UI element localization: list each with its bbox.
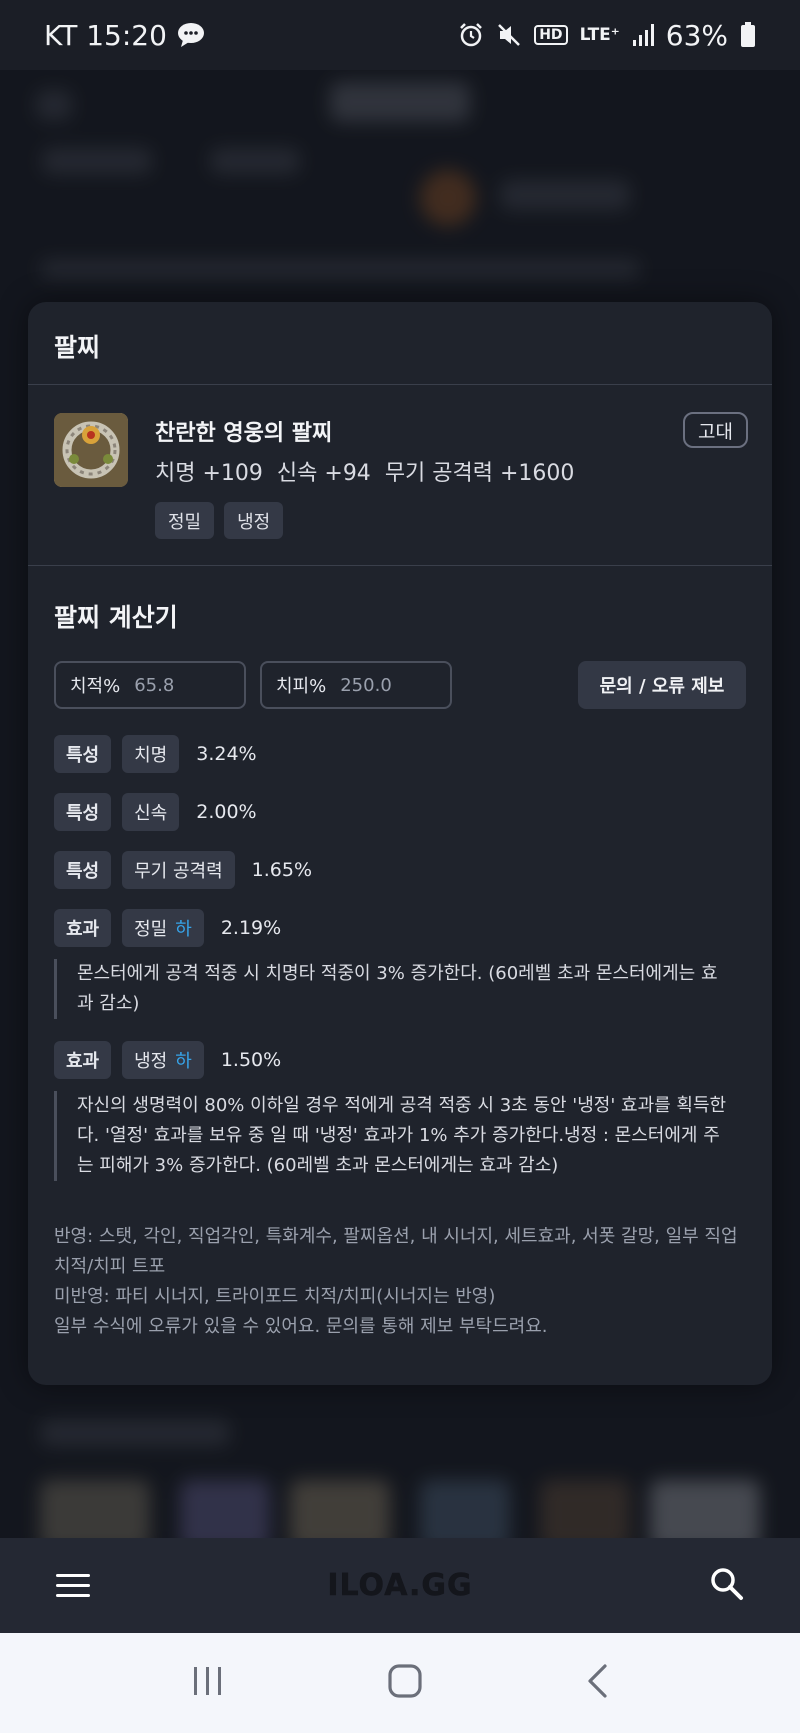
bracelet-stats: 치명 +109 신속 +94 무기 공격력 +1600	[155, 455, 574, 487]
row-name-text: 정밀	[134, 919, 168, 940]
crit-damage-label: 치피%	[276, 676, 327, 697]
row-tier: 하	[175, 919, 192, 940]
result-row: 특성 치명 3.24%	[54, 735, 257, 773]
row-name: 냉정 하	[122, 1041, 204, 1079]
brand-logo[interactable]: ILOA.GG	[327, 1568, 472, 1604]
divider	[28, 384, 772, 385]
grade-badge: 고대	[683, 412, 748, 448]
search-icon[interactable]	[710, 1567, 744, 1605]
result-row: 효과 정밀 하 2.19%	[54, 909, 281, 947]
row-name: 신속	[122, 793, 180, 831]
row-kind: 특성	[54, 793, 112, 831]
row-name: 정밀 하	[122, 909, 204, 947]
row-value: 1.50%	[220, 1049, 282, 1071]
row-value: 3.24%	[196, 743, 257, 765]
report-error-button[interactable]: 문의 / 오류 제보	[578, 661, 746, 709]
row-name: 무기 공격력	[122, 851, 235, 889]
note-disclaimer: 일부 수식에 오류가 있을 수 있어요. 문의를 통해 제보 부탁드려요.	[54, 1316, 548, 1337]
tag-precision: 정밀	[155, 502, 215, 539]
crit-rate-input[interactable]: 치적% 65.8	[54, 661, 246, 709]
carrier-time: KT 15:20	[44, 18, 167, 52]
row-kind: 특성	[54, 851, 112, 889]
crit-damage-value[interactable]: 250.0	[340, 675, 392, 696]
crit-damage-input[interactable]: 치피% 250.0	[260, 661, 452, 709]
stat-weapon-attack: 무기 공격력 +1600	[384, 461, 575, 486]
status-bar: KT 15:20 HD LTE⁺ 63%	[0, 0, 800, 70]
crit-rate-label: 치적%	[70, 676, 121, 697]
back-icon[interactable]	[585, 1663, 609, 1703]
calculator-notes: 반영: 스탯, 각인, 직업각인, 특화계수, 팔찌옵션, 내 시너지, 세트효…	[54, 1222, 744, 1342]
result-row: 특성 무기 공격력 1.65%	[54, 851, 312, 889]
app-bottom-bar: ILOA.GG	[0, 1538, 800, 1633]
divider	[28, 565, 772, 566]
crit-rate-value[interactable]: 65.8	[134, 675, 174, 696]
row-value: 2.00%	[196, 801, 257, 823]
battery-percent: 63%	[665, 18, 728, 52]
result-row: 특성 신속 2.00%	[54, 793, 257, 831]
note-not-applied: 미반영: 파티 시너지, 트라이포드 치적/치피(시너지는 반영)	[54, 1286, 496, 1307]
row-kind: 특성	[54, 735, 112, 773]
row-value: 2.19%	[220, 917, 282, 939]
precision-effect-description: 몬스터에게 공격 적중 시 치명타 적중이 3% 증가한다. (60레벨 초과 …	[54, 959, 734, 1019]
chat-bubble-icon	[177, 22, 205, 48]
row-name-text: 냉정	[134, 1051, 168, 1072]
system-navigation-bar	[0, 1633, 800, 1733]
row-kind: 효과	[54, 909, 112, 947]
stat-crit: 치명 +109	[155, 461, 263, 486]
stat-swiftness: 신속 +94	[276, 461, 371, 486]
calm-effect-description: 자신의 생명력이 80% 이하일 경우 적에게 공격 적중 시 3초 동안 '냉…	[54, 1091, 734, 1181]
battery-icon	[740, 22, 756, 48]
row-name: 치명	[122, 735, 180, 773]
row-value: 1.65%	[251, 859, 313, 881]
bracelet-name: 찬란한 영웅의 팔찌	[155, 421, 333, 446]
note-applied: 반영: 스탯, 각인, 직업각인, 특화계수, 팔찌옵션, 내 시너지, 세트효…	[54, 1226, 738, 1277]
lte-indicator: LTE⁺	[579, 24, 620, 45]
hd-voice-badge: HD	[534, 25, 568, 45]
signal-icon	[632, 23, 654, 47]
row-tier: 하	[175, 1051, 192, 1072]
calculator-title: 팔찌 계산기	[54, 603, 178, 632]
bracelet-tags: 정밀 냉정	[155, 502, 284, 539]
menu-icon[interactable]	[56, 1574, 90, 1597]
sheet-title: 팔찌	[54, 333, 101, 362]
home-icon[interactable]	[387, 1663, 423, 1703]
bracelet-sheet: 팔찌 찬란한 영웅의 팔찌 고대 치명 +109 신속 +94 무기 공격력 +…	[28, 302, 772, 1385]
recent-apps-icon[interactable]	[191, 1664, 225, 1702]
bracelet-image	[54, 413, 128, 487]
alarm-icon	[458, 22, 484, 48]
row-kind: 효과	[54, 1041, 112, 1079]
mute-icon	[496, 22, 522, 48]
result-row: 효과 냉정 하 1.50%	[54, 1041, 281, 1079]
tag-calm: 냉정	[224, 502, 284, 539]
